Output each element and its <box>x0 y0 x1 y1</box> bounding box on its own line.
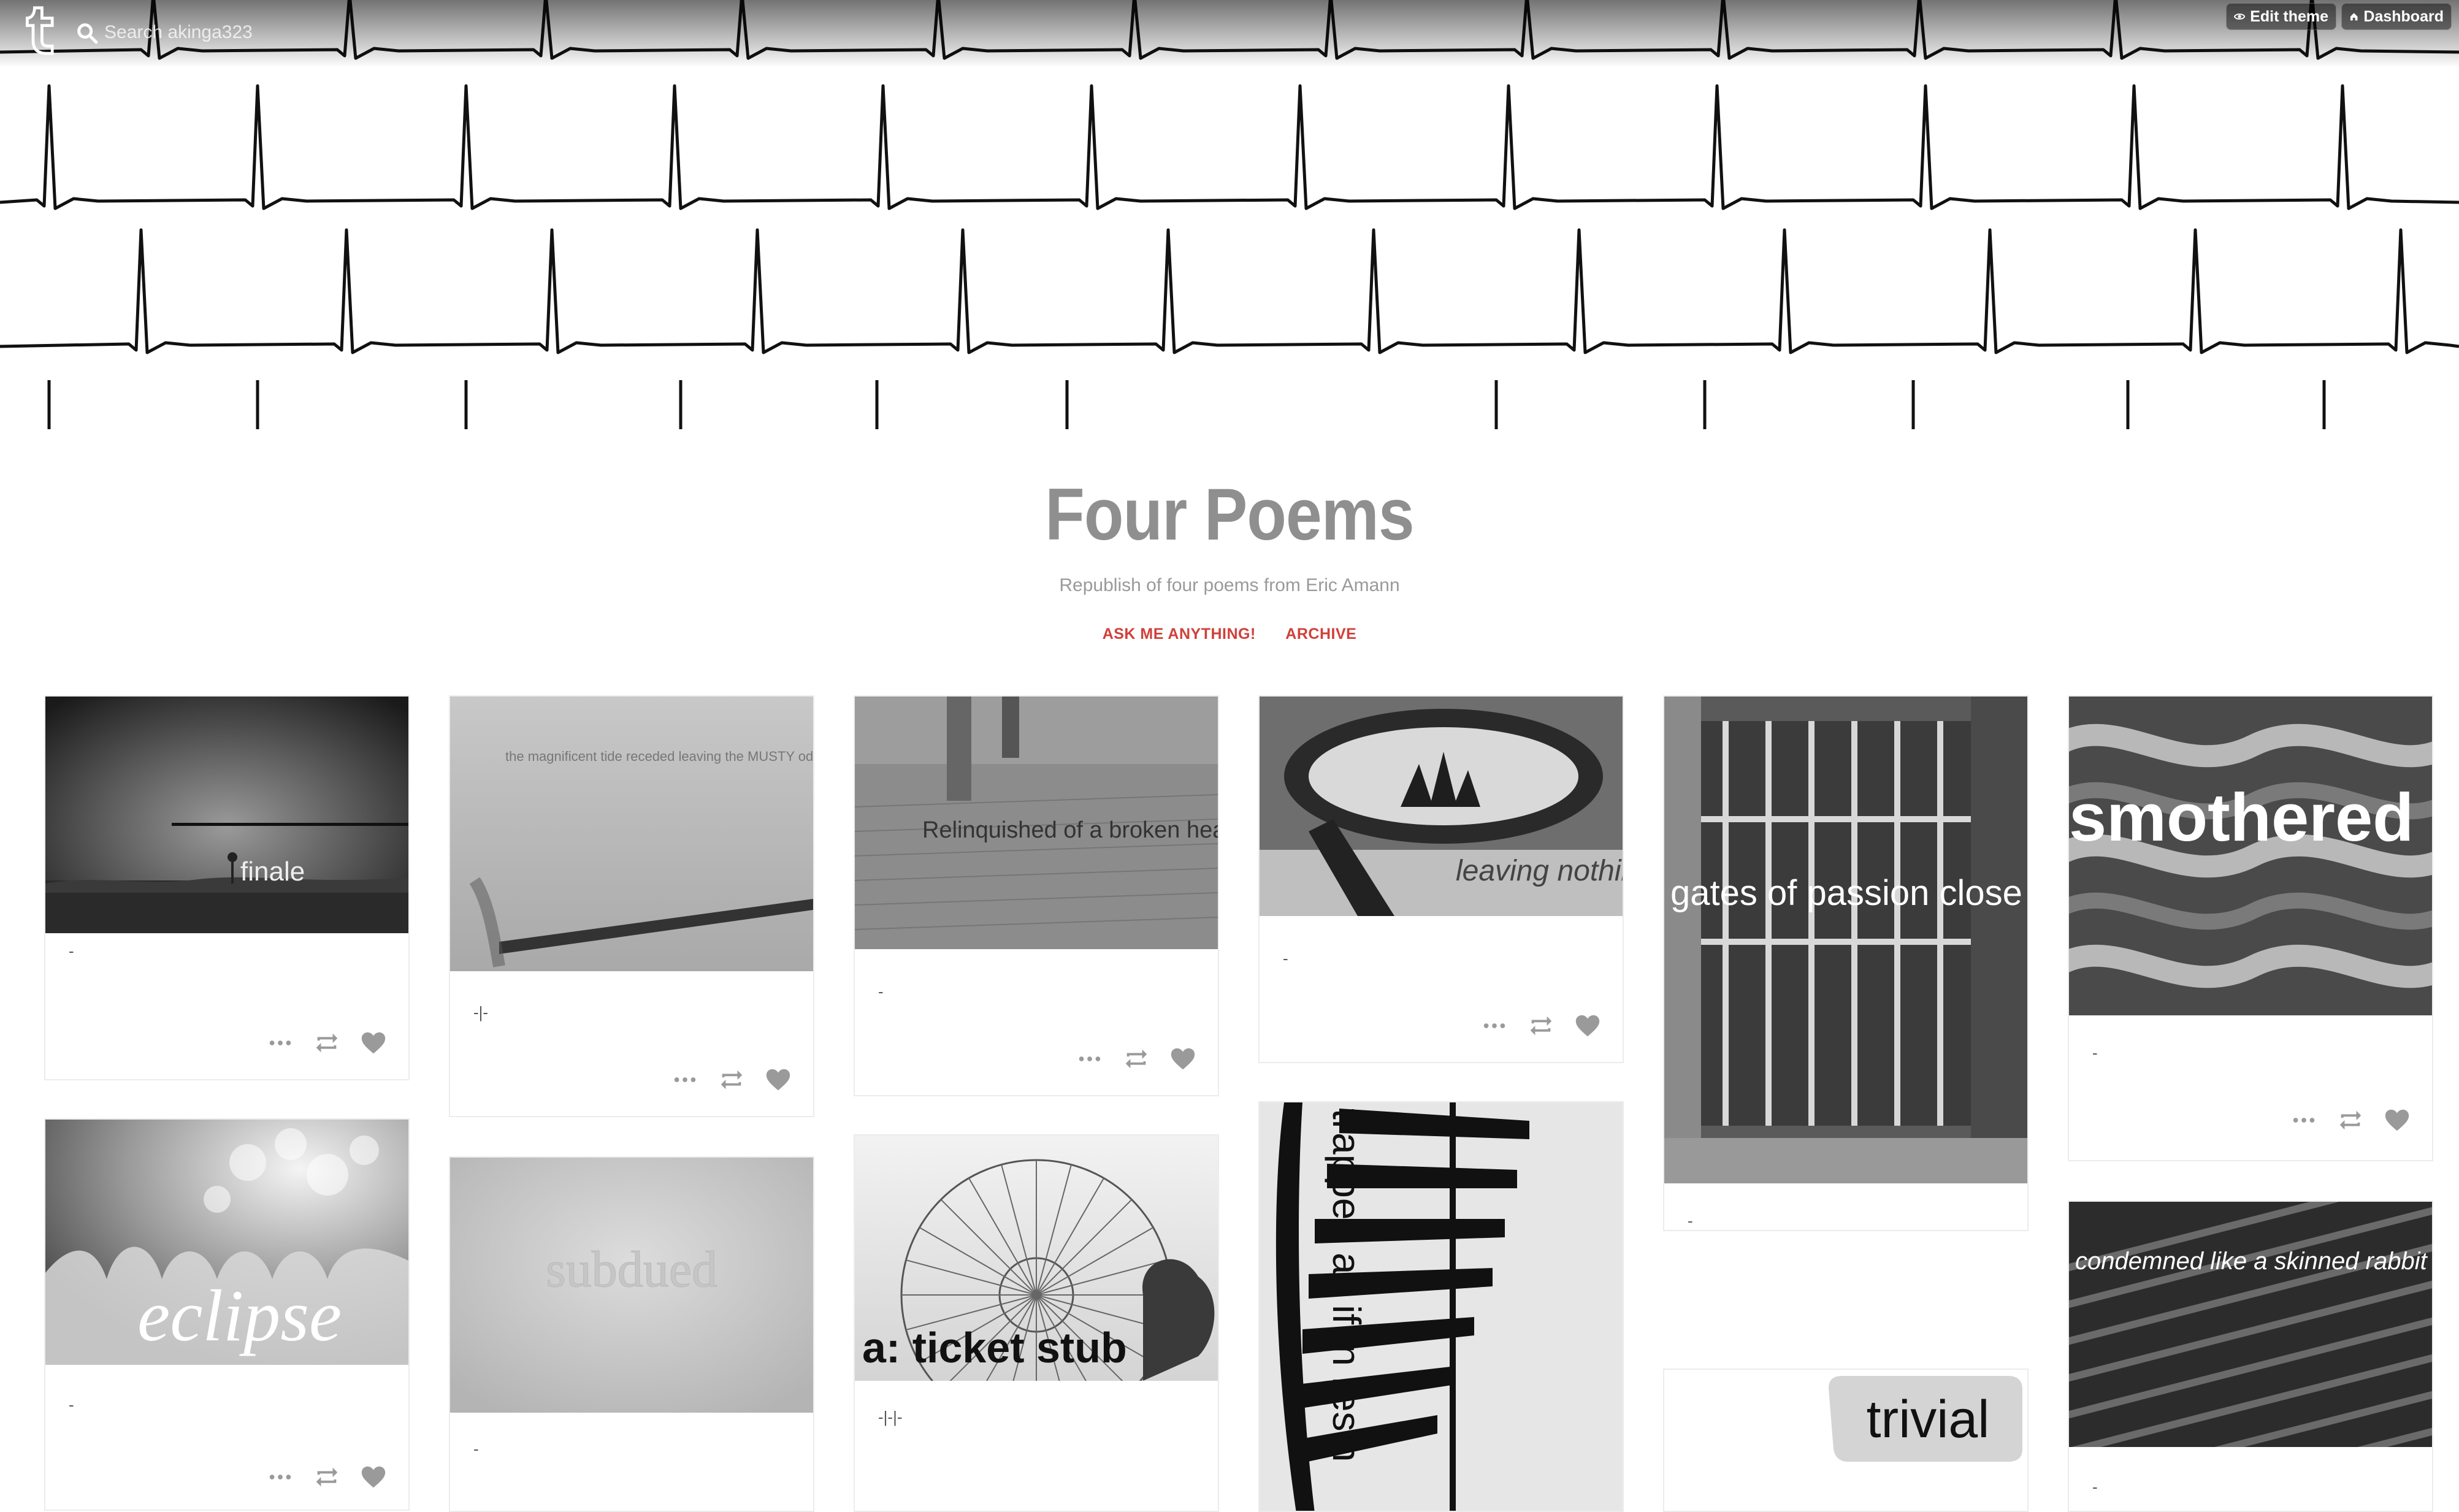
post-caption: - <box>878 982 884 1001</box>
post-image[interactable]: the magnificent tide receded leaving the… <box>450 697 813 971</box>
post-image[interactable]: smothered snuffed out like a candle <box>2069 697 2432 1015</box>
post-actions <box>266 1029 388 1057</box>
search-icon <box>77 23 98 44</box>
reblog-icon[interactable] <box>2336 1106 2365 1134</box>
search-input[interactable] <box>104 17 448 48</box>
post-image[interactable]: finale <box>45 697 408 933</box>
post-image[interactable]: trapped as if in resin <box>1260 1102 1623 1511</box>
post-caption: - <box>69 1396 74 1414</box>
edit-theme-button[interactable]: Edit theme <box>2226 3 2336 30</box>
more-icon[interactable] <box>1480 1012 1509 1040</box>
post-musty[interactable]: the magnificent tide receded leaving the… <box>449 695 814 1117</box>
home-icon <box>2350 13 2358 21</box>
post-actions <box>2290 1106 2411 1134</box>
image-text: the magnificent tide receded leaving the… <box>505 749 813 764</box>
post-actions <box>266 1463 388 1491</box>
post-image[interactable]: trivial <box>1664 1370 2027 1511</box>
post-caption: - <box>1688 1212 1693 1230</box>
post-image[interactable]: leaving nothing <box>1260 697 1623 916</box>
image-text: finale <box>240 857 305 887</box>
post-trivial[interactable]: trivial <box>1663 1369 2029 1512</box>
image-text: eclipse <box>137 1275 342 1356</box>
heart-icon[interactable] <box>359 1029 388 1057</box>
top-bar: Edit theme Dashboard <box>0 0 2459 67</box>
image-text: condemned like a skinned rabbit <box>2075 1248 2428 1275</box>
post-gates-of-passion[interactable]: gates of passion close SILENTLY - <box>1663 695 2029 1231</box>
eye-icon <box>2234 13 2246 20</box>
post-eclipse[interactable]: eclipse - <box>44 1118 410 1511</box>
post-finale[interactable]: finale - <box>44 695 410 1080</box>
edit-theme-label: Edit theme <box>2250 7 2328 25</box>
heart-icon[interactable] <box>359 1463 388 1491</box>
post-caption: - <box>2092 1478 2098 1496</box>
post-trapped[interactable]: trapped as if in resin <box>1258 1101 1624 1512</box>
heart-icon[interactable] <box>1574 1012 1602 1040</box>
post-actions <box>1076 1045 1197 1073</box>
post-image[interactable]: subdued <box>450 1158 813 1413</box>
heart-icon[interactable] <box>2383 1106 2411 1134</box>
blog-title: Four Poems <box>1045 473 1414 556</box>
post-image[interactable]: condemned like a skinned rabbit <box>2069 1202 2432 1447</box>
post-caption: -|- <box>473 1003 489 1021</box>
post-actions <box>1480 1012 1602 1040</box>
image-text: trivial <box>1867 1390 1990 1449</box>
image-text: a: ticket stub <box>862 1324 1127 1372</box>
post-skinned[interactable]: condemned like a skinned rabbit - <box>2068 1201 2433 1512</box>
post-leaving-nothing[interactable]: leaving nothing - <box>1258 695 1624 1063</box>
image-text: gates of passion close SILENTLY <box>1670 873 2027 913</box>
post-caption: - <box>69 942 74 960</box>
dashboard-label: Dashboard <box>2363 7 2444 25</box>
tumblr-logo-icon[interactable] <box>18 5 63 56</box>
post-ticket-stub[interactable]: a: ticket stub -|-|- <box>854 1134 1219 1512</box>
reblog-icon[interactable] <box>1527 1012 1555 1040</box>
dashboard-button[interactable]: Dashboard <box>2341 3 2452 30</box>
post-caption: - <box>473 1440 479 1458</box>
heart-icon[interactable] <box>764 1066 792 1094</box>
post-image[interactable]: a: ticket stub <box>855 1136 1218 1381</box>
reblog-icon[interactable] <box>313 1463 341 1491</box>
image-text: smothered snuffed out like a candle <box>2069 780 2432 855</box>
post-actions <box>671 1066 792 1094</box>
post-caption: - <box>1283 949 1288 968</box>
blog-description: Republish of four poems from Eric Amann <box>1059 575 1400 595</box>
more-icon[interactable] <box>266 1029 294 1057</box>
post-smothered[interactable]: smothered snuffed out like a candle - <box>2068 695 2433 1161</box>
image-text: Relinquished of a broken heart <box>922 817 1218 843</box>
ask-me-anything-link[interactable]: ASK ME ANYTHING! <box>1103 625 1256 643</box>
post-broken-heart[interactable]: Relinquished of a broken heart - <box>854 695 1219 1096</box>
post-caption: - <box>2092 1044 2098 1062</box>
post-image[interactable]: Relinquished of a broken heart <box>855 697 1218 949</box>
post-image[interactable]: gates of passion close SILENTLY <box>1664 697 2027 1183</box>
reblog-icon[interactable] <box>1122 1045 1150 1073</box>
image-text: trapped as if in resin <box>1325 1109 1369 1462</box>
reblog-icon[interactable] <box>313 1029 341 1057</box>
image-text: subdued <box>546 1241 717 1298</box>
post-caption: -|-|- <box>878 1408 903 1426</box>
heart-icon[interactable] <box>1169 1045 1197 1073</box>
more-icon[interactable] <box>266 1463 294 1491</box>
blog-nav: ASK ME ANYTHING! ARCHIVE <box>0 625 2459 643</box>
reblog-icon[interactable] <box>717 1066 746 1094</box>
more-icon[interactable] <box>671 1066 699 1094</box>
image-text: leaving nothing <box>1456 855 1623 887</box>
more-icon[interactable] <box>2290 1106 2318 1134</box>
post-subdued[interactable]: subdued - <box>449 1156 814 1512</box>
archive-link[interactable]: ARCHIVE <box>1285 625 1356 643</box>
more-icon[interactable] <box>1076 1045 1104 1073</box>
post-image[interactable]: eclipse <box>45 1120 408 1365</box>
